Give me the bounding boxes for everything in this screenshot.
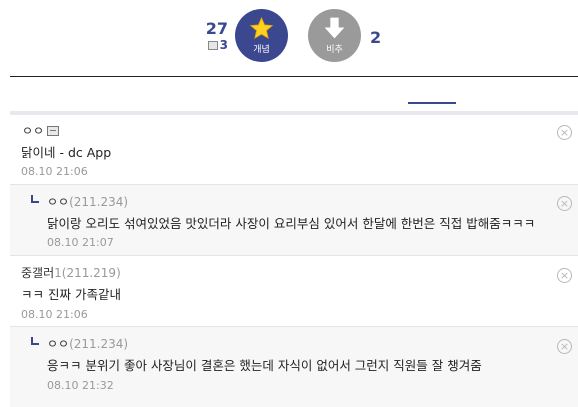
reply-ip: (211.234) — [69, 337, 129, 351]
comment-nick-name: 중갤러 — [21, 266, 55, 280]
image-comment-icon — [47, 126, 60, 136]
comment-ip: 1(211.219) — [54, 266, 121, 280]
reply-date: 08.10 21:07 — [47, 236, 114, 249]
downvote-button[interactable]: 비추 — [308, 9, 361, 62]
downvote-label: 비추 — [326, 45, 343, 55]
comment-item: 중갤러1(211.219) ㅋㅋ 진짜 가족같내 08.10 21:06 × — [10, 256, 578, 327]
down-arrow-icon — [324, 17, 345, 39]
comment-date: 08.10 21:06 — [21, 165, 88, 178]
comment-date: 08.10 21:06 — [21, 308, 88, 321]
reply-text: 닭이랑 오리도 섞여있었음 맛있더라 사장이 요리부심 있어서 한달에 한번은 … — [47, 216, 536, 231]
reply-nick-name: ㅇㅇ — [47, 195, 70, 209]
comment-text: ㅋㅋ 진짜 가족같내 — [21, 287, 121, 302]
fixed-nick-up-count-value: 3 — [219, 38, 228, 52]
reply-text: 응ㅋㅋ 분위기 좋아 사장님이 결혼은 했는데 자식이 없어서 그런지 직원들 … — [47, 358, 482, 373]
delete-reply-button[interactable]: × — [557, 196, 572, 211]
vote-area: 27 3 개념 비추 2 — [0, 0, 578, 72]
section-divider — [10, 76, 578, 77]
star-icon — [249, 16, 274, 40]
reply-date: 08.10 21:32 — [47, 379, 114, 392]
reply-ip: (211.234) — [69, 195, 129, 209]
comment-item: ㅇㅇ 닭이네 - dc App 08.10 21:06 × — [10, 115, 578, 185]
delete-comment-button[interactable]: × — [557, 125, 572, 140]
comment-nick: 중갤러1(211.219) — [21, 266, 121, 280]
upvote-button[interactable]: 개념 — [235, 9, 288, 62]
down-vote-count: 2 — [370, 28, 382, 47]
up-vote-count: 27 — [205, 19, 228, 38]
reply-arrow-icon — [31, 337, 39, 345]
reply-item: ㅇㅇ(211.234) 닭이랑 오리도 섞여있었음 맛있더라 사장이 요리부심 … — [10, 185, 578, 256]
up-counts: 27 3 — [196, 19, 228, 53]
reply-item: ㅇㅇ(211.234) 응ㅋㅋ 분위기 좋아 사장님이 결혼은 했는데 자식이 … — [10, 327, 578, 407]
comment-nick: ㅇㅇ — [22, 124, 60, 138]
fixed-nick-up-count: 3 — [196, 38, 228, 52]
reply-nick: ㅇㅇ(211.234) — [47, 195, 128, 209]
active-tab-indicator — [408, 102, 456, 104]
delete-reply-button[interactable]: × — [557, 339, 572, 354]
upvote-label: 개념 — [253, 45, 270, 55]
delete-comment-button[interactable]: × — [557, 268, 572, 283]
reply-arrow-icon — [31, 195, 39, 203]
comment-nick-name: ㅇㅇ — [22, 124, 45, 138]
fixed-nick-icon — [207, 41, 218, 50]
comment-text: 닭이네 - dc App — [21, 145, 112, 160]
reply-nick: ㅇㅇ(211.234) — [47, 337, 128, 351]
reply-nick-name: ㅇㅇ — [47, 337, 70, 351]
